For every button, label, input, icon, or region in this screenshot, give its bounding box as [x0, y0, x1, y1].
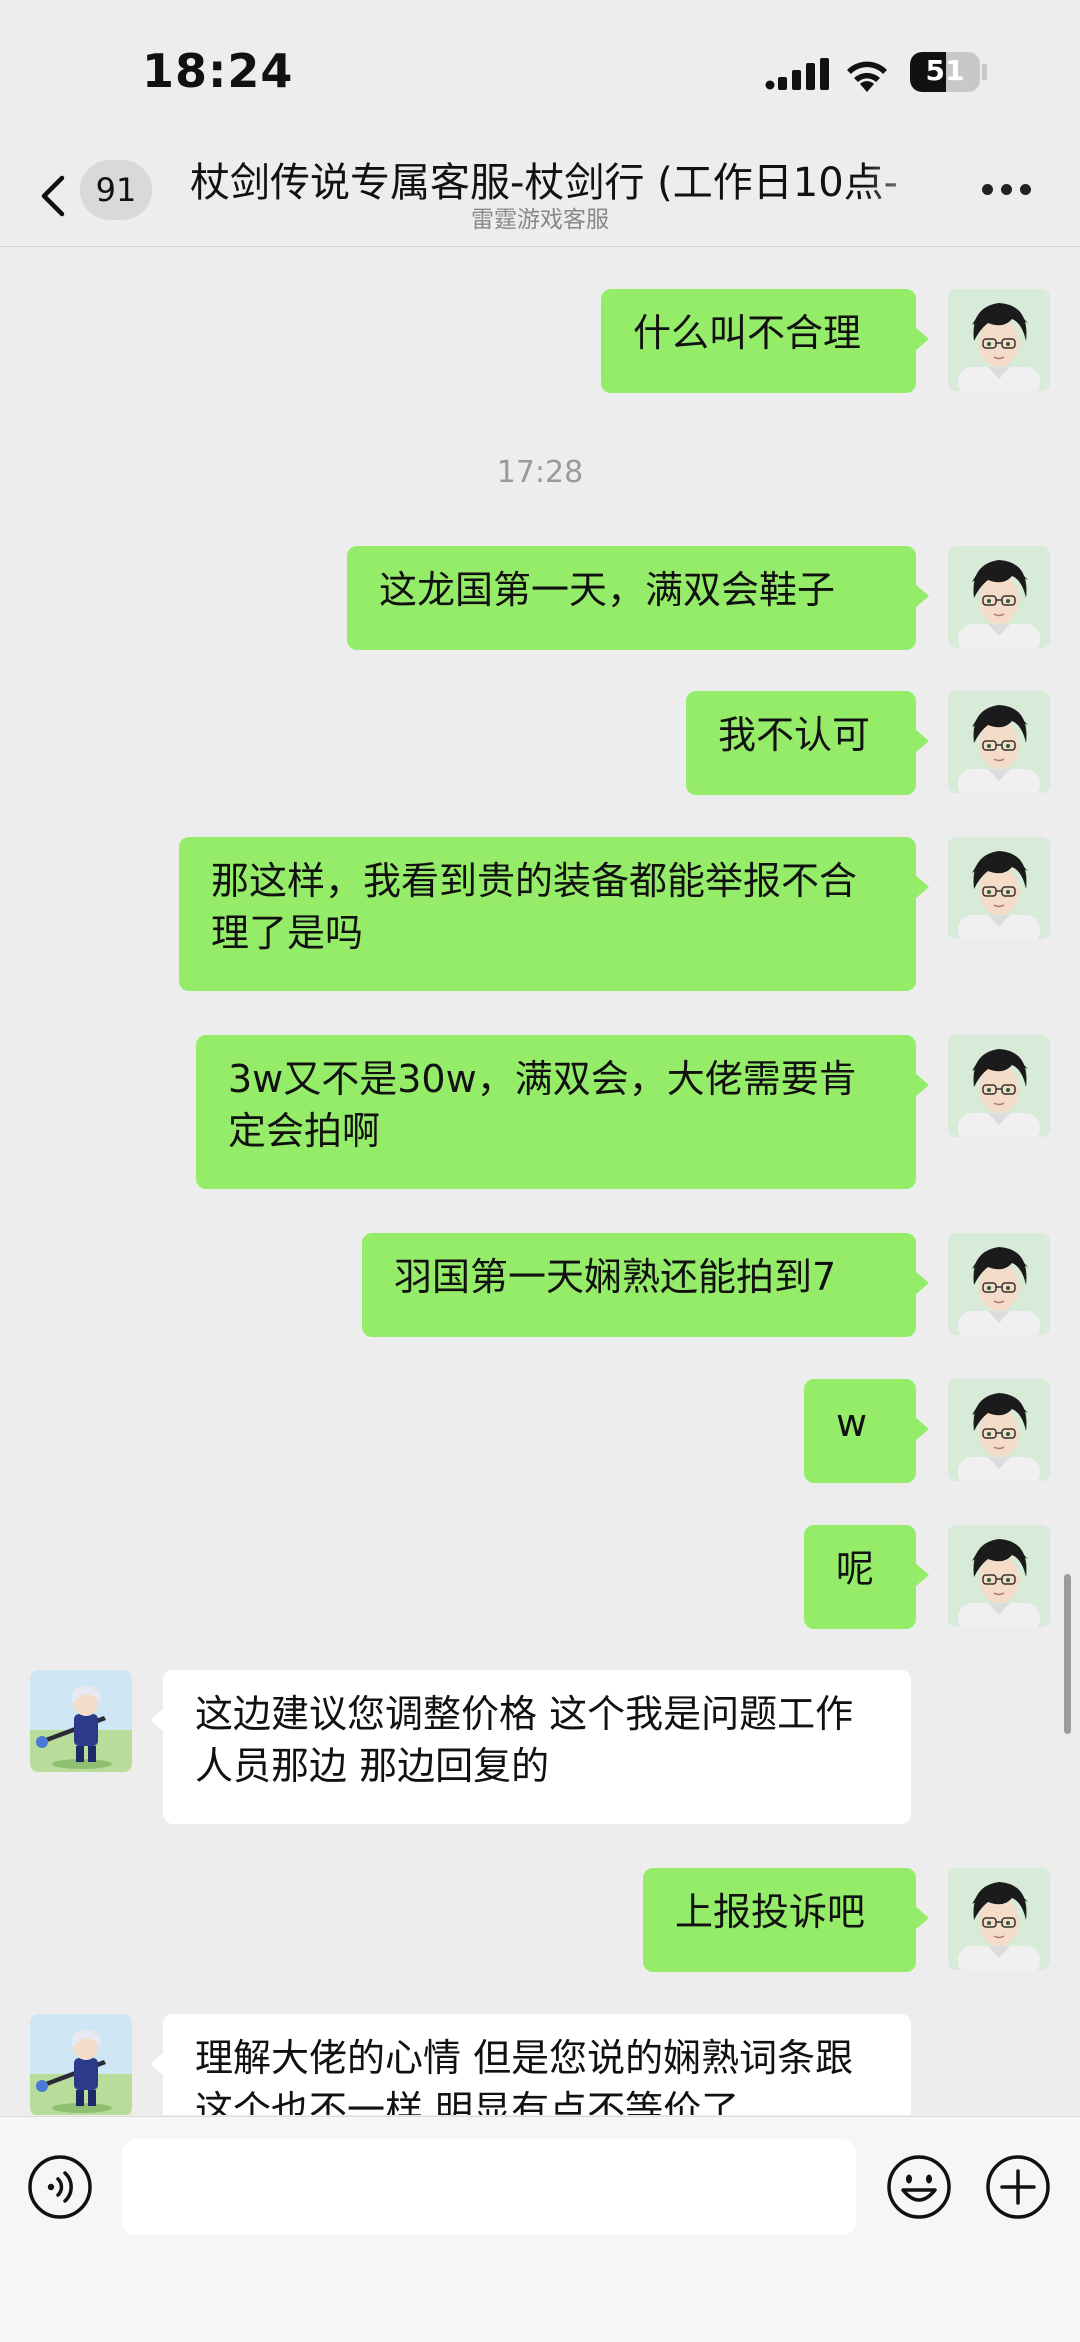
message-bubble-sent[interactable]: 我不认可 — [686, 691, 929, 795]
status-bar: 18:24 51 — [0, 0, 1080, 140]
my-avatar[interactable] — [948, 691, 1050, 793]
my-avatar[interactable] — [948, 1379, 1050, 1481]
battery-tip — [982, 64, 987, 80]
battery-indicator: 51 — [910, 52, 980, 92]
message-bubble-sent[interactable]: 那这样，我看到贵的装备都能举报不合理了是吗 — [179, 837, 929, 991]
message-text: 什么叫不合理 — [633, 311, 862, 355]
my-avatar[interactable] — [948, 1035, 1050, 1137]
message-bubble-received[interactable]: 这边建议您调整价格 这个我是问题工作人员那边 那边回复的 — [150, 1670, 911, 1824]
message-text: 羽国第一天娴熟还能拍到7 — [394, 1255, 837, 1299]
plus-icon[interactable] — [985, 2154, 1051, 2220]
message-bubble-received[interactable]: 理解大佬的心情 但是您说的娴熟词条跟这个也不一样 明显有点不等价了 — [150, 2014, 911, 2115]
agent-avatar[interactable] — [30, 1670, 132, 1772]
my-avatar[interactable] — [948, 837, 1050, 939]
agent-avatar[interactable] — [30, 2014, 132, 2115]
message-bubble-sent[interactable]: 上报投诉吧 — [643, 1868, 929, 1972]
my-avatar[interactable] — [948, 1233, 1050, 1335]
wifi-icon — [847, 61, 887, 92]
message-bubble-sent[interactable]: 这龙国第一天，满双会鞋子 — [347, 546, 929, 650]
message-bubble-sent[interactable]: 3w又不是30w，满双会，大佬需要肯定会拍啊 — [196, 1035, 929, 1189]
emoji-icon[interactable] — [886, 2154, 952, 2220]
my-avatar[interactable] — [948, 289, 1050, 391]
message-text: 理解大佬的心情 但是您说的娴熟词条跟这个也不一样 明显有点不等价了 — [195, 2036, 854, 2115]
cellular-signal-icon — [765, 58, 829, 90]
message-list[interactable]: 什么叫不合理 17:28 这龙国第一天，满双会鞋子 我不认可 那这样，我看到贵的… — [0, 247, 1080, 2115]
message-text: 我不认可 — [718, 713, 871, 757]
message-bubble-sent[interactable]: 羽国第一天娴熟还能拍到7 — [362, 1233, 929, 1337]
message-bubble-sent[interactable]: 什么叫不合理 — [601, 289, 929, 393]
chat-header: 91 杖剑传说专属客服-杖剑行 (工作日10点- 雷霆游戏客服 — [0, 140, 1080, 247]
message-text: 这边建议您调整价格 这个我是问题工作人员那边 那边回复的 — [195, 1692, 854, 1788]
message-text: 上报投诉吧 — [675, 1890, 866, 1934]
message-bubble-sent[interactable]: 呢 — [804, 1525, 929, 1629]
more-dots-icon[interactable] — [982, 184, 1032, 198]
message-text: 呢 — [836, 1547, 875, 1591]
my-avatar[interactable] — [948, 546, 1050, 648]
message-text: w — [836, 1401, 868, 1445]
scrollbar[interactable] — [1064, 1574, 1071, 1734]
message-input[interactable] — [122, 2139, 856, 2235]
battery-percent: 51 — [925, 54, 965, 87]
chat-subtitle: 雷霆游戏客服 — [471, 207, 609, 233]
input-bar — [0, 2116, 1080, 2342]
status-time: 18:24 — [142, 44, 294, 98]
message-text: 这龙国第一天，满双会鞋子 — [379, 568, 836, 612]
voice-icon[interactable] — [27, 2154, 93, 2220]
message-text: 那这样，我看到贵的装备都能举报不合理了是吗 — [211, 859, 858, 955]
message-text: 3w又不是30w，满双会，大佬需要肯定会拍啊 — [228, 1057, 857, 1153]
my-avatar[interactable] — [948, 1868, 1050, 1970]
my-avatar[interactable] — [948, 1525, 1050, 1627]
message-bubble-sent[interactable]: w — [804, 1379, 929, 1483]
message-timestamp: 17:28 — [496, 455, 584, 490]
